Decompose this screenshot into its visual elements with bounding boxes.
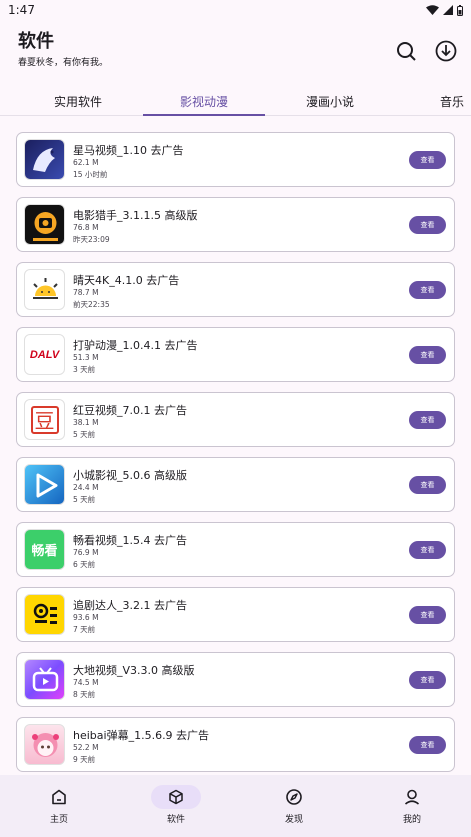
app-time: 6 天前 xyxy=(73,560,96,569)
nav-label: 软件 xyxy=(166,815,185,825)
download-icon xyxy=(435,40,457,62)
nav-label: 发现 xyxy=(284,815,303,825)
drama-icon xyxy=(24,594,65,635)
tab-comics-novels[interactable]: 漫画小说 xyxy=(290,86,370,116)
app-card[interactable]: DALV 打驴动漫_1.0.4.1 去广告 51.3 M 3 天前 查看 xyxy=(16,327,455,382)
film-hunter-icon xyxy=(24,204,65,245)
search-icon xyxy=(397,42,416,61)
header: 软件 春夏秋冬，有你有我。 xyxy=(18,30,457,74)
sun-icon xyxy=(24,269,65,310)
nav-home[interactable]: 主页 xyxy=(24,785,94,833)
app-size: 93.6 M xyxy=(73,613,99,622)
view-button[interactable]: 查看 xyxy=(409,671,446,689)
app-card[interactable]: 星马视频_1.10 去广告 62.1 M 15 小时前 查看 xyxy=(16,132,455,187)
download-button[interactable] xyxy=(435,40,457,62)
app-time: 15 小时前 xyxy=(73,170,108,179)
home-icon xyxy=(52,789,66,805)
changkan-icon: 畅看 xyxy=(24,529,65,570)
app-size: 38.1 M xyxy=(73,418,99,427)
page-title: 软件 xyxy=(18,31,54,52)
cube-icon xyxy=(169,789,183,805)
app-card[interactable]: 电影猎手_3.1.1.5 高级版 76.8 M 昨天23:09 查看 xyxy=(16,197,455,252)
battery-icon xyxy=(457,4,463,16)
view-button[interactable]: 查看 xyxy=(409,541,446,559)
search-button[interactable] xyxy=(395,40,417,62)
page-subtitle: 春夏秋冬，有你有我。 xyxy=(18,58,109,68)
app-card[interactable]: 大地视频_V3.3.0 高级版 74.5 M 8 天前 查看 xyxy=(16,652,455,707)
app-card[interactable]: 晴天4K_4.1.0 去广告 78.7 M 前天22:35 查看 xyxy=(16,262,455,317)
view-button[interactable]: 查看 xyxy=(409,281,446,299)
signal-icon xyxy=(443,5,453,15)
anime-girl-icon xyxy=(24,724,65,765)
app-name: 星马视频_1.10 去广告 xyxy=(73,144,184,157)
nav-software[interactable]: 软件 xyxy=(141,785,211,833)
app-time: 3 天前 xyxy=(73,365,96,374)
app-time: 5 天前 xyxy=(73,495,96,504)
app-size: 74.5 M xyxy=(73,678,99,687)
play-icon xyxy=(24,464,65,505)
tab-utilities[interactable]: 实用软件 xyxy=(38,86,118,116)
app-name: 晴天4K_4.1.0 去广告 xyxy=(73,274,180,287)
app-time: 5 天前 xyxy=(73,430,96,439)
compass-icon xyxy=(286,789,302,805)
view-button[interactable]: 查看 xyxy=(409,476,446,494)
app-name: 追剧达人_3.2.1 去广告 xyxy=(73,599,187,612)
nav-profile[interactable]: 我的 xyxy=(377,785,447,833)
app-size: 76.8 M xyxy=(73,223,99,232)
red-bean-icon: 豆 xyxy=(24,399,65,440)
app-time: 7 天前 xyxy=(73,625,96,634)
app-name: 畅看视频_1.5.4 去广告 xyxy=(73,534,187,547)
app-name: 大地视频_V3.3.0 高级版 xyxy=(73,664,195,677)
dalv-icon: DALV xyxy=(24,334,65,375)
app-time: 昨天23:09 xyxy=(73,235,110,244)
dalv-logo-text: DALV xyxy=(29,348,60,361)
view-button[interactable]: 查看 xyxy=(409,216,446,234)
app-card[interactable]: 豆 红豆视频_7.0.1 去广告 38.1 M 5 天前 查看 xyxy=(16,392,455,447)
tab-video-anime[interactable]: 影视动漫 xyxy=(143,86,265,116)
view-button[interactable]: 查看 xyxy=(409,346,446,364)
tab-music[interactable]: 音乐 xyxy=(440,86,471,116)
changkan-logo-text: 畅看 xyxy=(31,544,58,559)
app-card[interactable]: heibai弹幕_1.5.6.9 去广告 52.2 M 9 天前 查看 xyxy=(16,717,455,772)
app-time: 前天22:35 xyxy=(73,300,110,309)
bottom-nav: 主页 软件 发现 我的 xyxy=(0,775,471,837)
app-size: 24.4 M xyxy=(73,483,99,492)
app-name: 打驴动漫_1.0.4.1 去广告 xyxy=(73,339,198,352)
app-name: 电影猎手_3.1.1.5 高级版 xyxy=(73,209,198,222)
app-card[interactable]: 小城影视_5.0.6 高级版 24.4 M 5 天前 查看 xyxy=(16,457,455,512)
category-tabs: 实用软件 影视动漫 漫画小说 音乐 xyxy=(0,86,471,116)
app-size: 52.2 M xyxy=(73,743,99,752)
status-bar: 1:47 xyxy=(0,0,471,20)
status-icons xyxy=(426,4,463,16)
app-card[interactable]: 追剧达人_3.2.1 去广告 93.6 M 7 天前 查看 xyxy=(16,587,455,642)
app-size: 78.7 M xyxy=(73,288,99,297)
nav-discover[interactable]: 发现 xyxy=(259,785,329,833)
tv-icon xyxy=(24,659,65,700)
wifi-icon xyxy=(426,5,439,15)
app-name: 红豆视频_7.0.1 去广告 xyxy=(73,404,187,417)
app-size: 51.3 M xyxy=(73,353,99,362)
app-size: 76.9 M xyxy=(73,548,99,557)
app-name: heibai弹幕_1.5.6.9 去广告 xyxy=(73,729,210,742)
header-actions xyxy=(395,40,457,62)
person-icon xyxy=(404,789,420,805)
view-button[interactable]: 查看 xyxy=(409,411,446,429)
view-button[interactable]: 查看 xyxy=(409,736,446,754)
active-tab-indicator xyxy=(143,114,265,116)
red-bean-logo-text: 豆 xyxy=(30,405,59,434)
status-time: 1:47 xyxy=(8,3,35,17)
view-button[interactable]: 查看 xyxy=(409,606,446,624)
app-name: 小城影视_5.0.6 高级版 xyxy=(73,469,187,482)
horse-icon xyxy=(24,139,65,180)
app-size: 62.1 M xyxy=(73,158,99,167)
nav-label: 我的 xyxy=(402,815,421,825)
app-card[interactable]: 畅看 畅看视频_1.5.4 去广告 76.9 M 6 天前 查看 xyxy=(16,522,455,577)
app-time: 8 天前 xyxy=(73,690,96,699)
app-time: 9 天前 xyxy=(73,755,96,764)
nav-label: 主页 xyxy=(49,815,68,825)
view-button[interactable]: 查看 xyxy=(409,151,446,169)
